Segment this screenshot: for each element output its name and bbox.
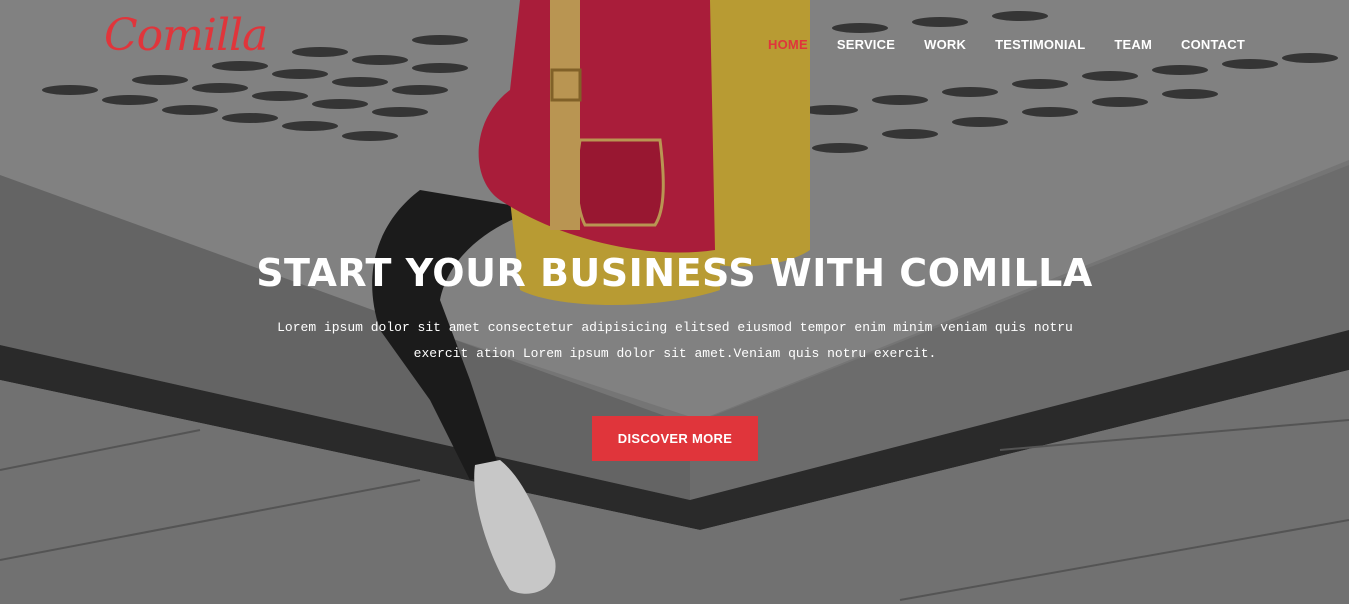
discover-more-button[interactable]: DISCOVER MORE [592,416,758,461]
nav-item-testimonial[interactable]: TESTIMONIAL [966,37,1085,53]
nav-item-contact[interactable]: CONTACT [1152,37,1245,53]
hero-headline: START YOUR BUSINESS WITH COMILLA [256,251,1093,295]
main-navigation: HOME SERVICE WORK TESTIMONIAL TEAM CONTA… [739,37,1245,53]
nav-item-team[interactable]: TEAM [1085,37,1152,53]
nav-item-service[interactable]: SERVICE [808,37,895,53]
hero-subtext: Lorem ipsum dolor sit amet consectetur a… [277,320,1073,361]
hero-section: Comilla HOME SERVICE WORK TESTIMONIAL TE… [0,0,1349,604]
nav-item-work[interactable]: WORK [895,37,966,53]
brand-logo[interactable]: Comilla [104,14,268,58]
nav-item-home[interactable]: HOME [739,37,808,53]
hero-overlay [0,0,1349,604]
